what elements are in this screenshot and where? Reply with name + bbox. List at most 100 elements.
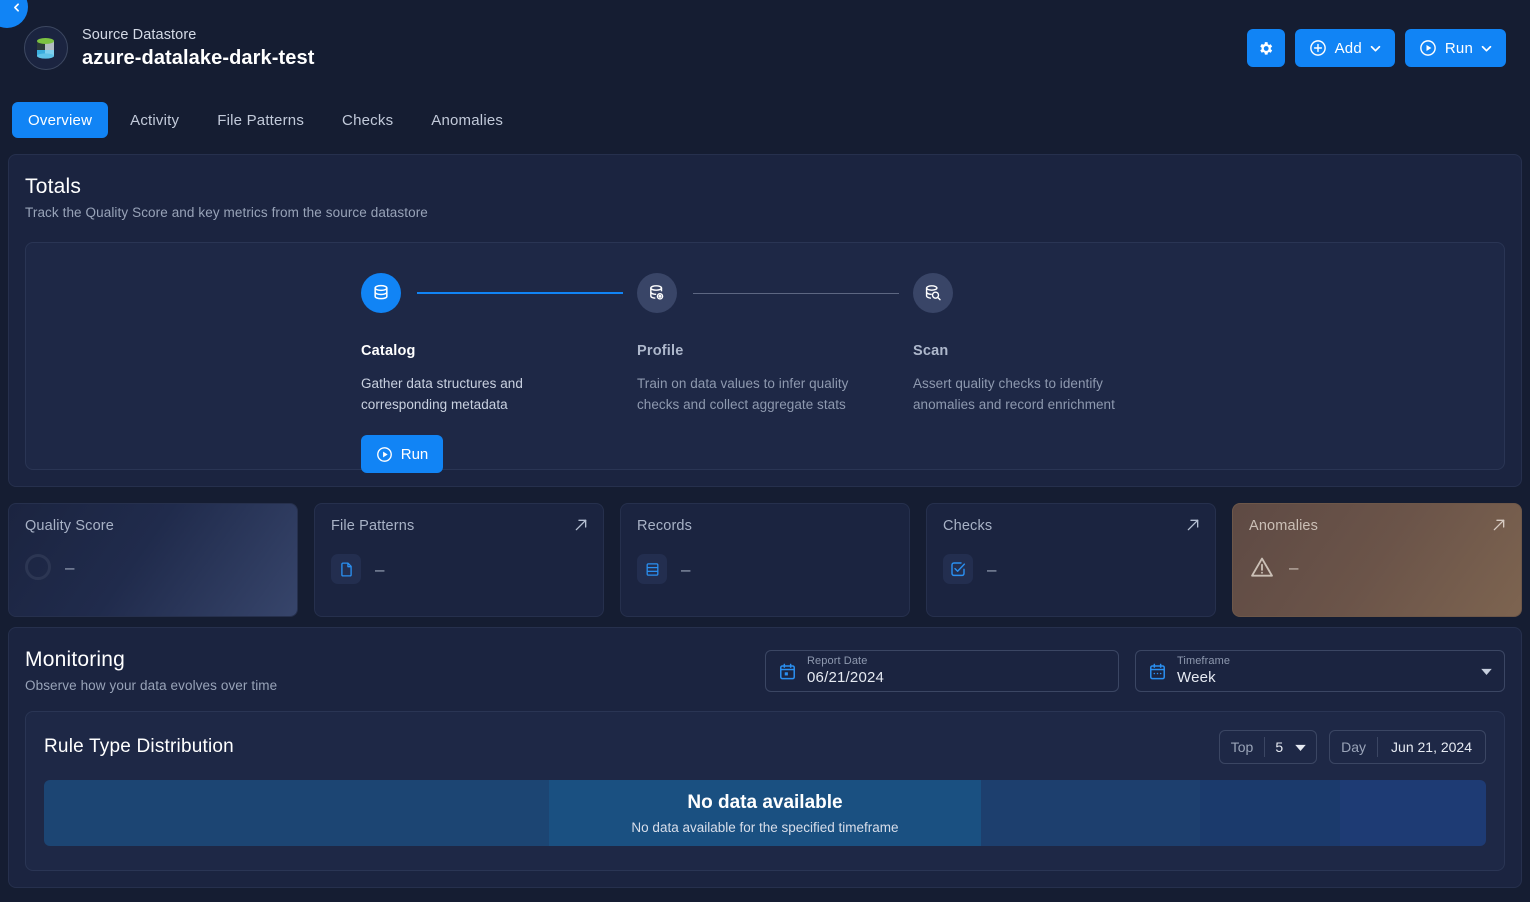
database-icon [374, 284, 388, 300]
totals-subtitle: Track the Quality Score and key metrics … [25, 205, 428, 220]
check-square-icon [951, 562, 966, 577]
step-connector [693, 292, 899, 294]
metric-label: Checks [943, 518, 993, 534]
totals-title: Totals [25, 175, 82, 198]
metric-label: Records [637, 518, 693, 534]
tab-bar: Overview Activity File Patterns Checks A… [0, 96, 1530, 144]
monitoring-heading: Monitoring Observe how your data evolves… [25, 648, 277, 693]
timeframe-label: Timeframe [1177, 655, 1231, 667]
metric-card-quality-score: Quality Score – [8, 503, 298, 617]
arrow-up-right-icon [1493, 519, 1505, 531]
report-date-label: Report Date [807, 655, 868, 667]
metric-label: Quality Score [25, 518, 114, 534]
step-profile-circle [637, 273, 677, 313]
metric-card-checks[interactable]: Checks – [926, 503, 1216, 617]
step-profile-description: Train on data values to infer quality ch… [637, 376, 849, 412]
metric-value: – [1289, 557, 1299, 577]
step-scan[interactable]: Scan Assert quality checks to identify a… [913, 243, 1153, 473]
report-date-value: 06/21/2024 [807, 669, 885, 686]
chart-controls: Top 5 Day Jun 21, 2024 [1218, 730, 1486, 764]
run-button[interactable]: Run [1404, 29, 1506, 67]
step-scan-name: Scan [913, 343, 949, 359]
report-date-field[interactable]: Report Date 06/21/2024 [765, 650, 1119, 692]
metric-icon-tile [943, 554, 973, 584]
warning-triangle-icon [1251, 557, 1273, 577]
step-connector [417, 292, 623, 294]
day-label: Day [1341, 739, 1367, 755]
monitoring-title: Monitoring [25, 648, 126, 671]
file-icon [340, 561, 352, 577]
tab-file-patterns[interactable]: File Patterns [201, 102, 320, 138]
chevron-left-icon [14, 2, 19, 12]
metric-value: – [65, 557, 75, 577]
play-circle-icon [376, 446, 392, 462]
metric-card-anomalies[interactable]: Anomalies – [1232, 503, 1522, 617]
settings-button[interactable] [1246, 29, 1285, 67]
top-n-label: Top [1230, 739, 1254, 755]
step-profile-name: Profile [637, 343, 684, 359]
catalog-run-label: Run [400, 445, 429, 463]
monitoring-subtitle: Observe how your data evolves over time [25, 678, 278, 693]
add-button-label: Add [1334, 39, 1362, 57]
monitoring-panel: Monitoring Observe how your data evolves… [8, 627, 1522, 888]
metric-icon-tile [637, 554, 667, 584]
tab-overview[interactable]: Overview [12, 102, 109, 138]
empty-state-title: No data available [687, 791, 843, 813]
metric-value: – [987, 559, 997, 579]
chevron-down-icon [1481, 45, 1492, 52]
add-button[interactable]: Add [1294, 29, 1395, 67]
top-n-value: 5 [1275, 739, 1284, 755]
datastore-cylinder-icon [37, 38, 54, 59]
run-button-label: Run [1444, 39, 1473, 57]
page-header: Source Datastore azure-datalake-dark-tes… [0, 0, 1530, 96]
step-catalog[interactable]: Catalog Gather data structures and corre… [361, 243, 637, 473]
pipeline-stepper: Catalog Gather data structures and corre… [25, 242, 1505, 473]
header-actions: Add Run [1246, 29, 1506, 67]
top-n-select[interactable]: Top 5 [1218, 730, 1318, 764]
metric-label: Anomalies [1249, 518, 1319, 534]
chevron-down-icon [1370, 45, 1381, 52]
step-catalog-name: Catalog [361, 343, 416, 359]
tab-anomalies[interactable]: Anomalies [415, 102, 519, 138]
timeframe-select[interactable]: Timeframe Week [1135, 650, 1505, 692]
step-catalog-circle [361, 273, 401, 313]
play-circle-icon [1420, 40, 1436, 56]
catalog-run-button[interactable]: Run [361, 435, 443, 473]
database-gear-icon [650, 285, 664, 300]
totals-panel: Totals Track the Quality Score and key m… [8, 154, 1522, 487]
chart-title: Rule Type Distribution [44, 736, 234, 757]
step-scan-description: Assert quality checks to identify anomal… [913, 376, 1115, 412]
records-icon [646, 562, 658, 576]
day-picker[interactable]: Day Jun 21, 2024 [1329, 730, 1486, 764]
chevron-down-icon [1481, 668, 1492, 675]
score-ring-icon [25, 554, 51, 580]
step-catalog-description: Gather data structures and corresponding… [361, 376, 523, 412]
empty-state-subtitle: No data available for the specified time… [631, 819, 899, 835]
step-scan-circle [913, 273, 953, 313]
rule-type-distribution-card: Rule Type Distribution Top 5 Day Jun 21,… [25, 711, 1505, 871]
arrow-up-right-icon [575, 519, 587, 531]
monitoring-controls: Report Date 06/21/2024 Timeframe Week [765, 650, 1505, 692]
metric-label: File Patterns [331, 518, 415, 534]
page-title: azure-datalake-dark-test [82, 47, 315, 69]
calendar-range-icon [1150, 663, 1165, 679]
metric-value: – [681, 559, 691, 579]
avatar [24, 26, 68, 70]
step-profile[interactable]: Profile Train on data values to infer qu… [637, 243, 913, 473]
datastore-type-label: Source Datastore [82, 27, 197, 43]
metric-cards: Quality Score – File Patterns – Records [8, 503, 1522, 617]
calendar-icon [780, 663, 795, 679]
chart-empty-state: No data available No data available for … [44, 780, 1486, 846]
plus-circle-icon [1309, 40, 1326, 56]
datastore-text: Source Datastore azure-datalake-dark-tes… [82, 25, 315, 71]
day-value: Jun 21, 2024 [1391, 739, 1472, 755]
datastore-identity: Source Datastore azure-datalake-dark-tes… [24, 25, 315, 71]
metric-icon-tile [331, 554, 361, 584]
tab-activity[interactable]: Activity [114, 102, 195, 138]
tab-checks[interactable]: Checks [326, 102, 409, 138]
metric-value: – [375, 559, 385, 579]
database-search-icon [925, 285, 941, 301]
metric-card-file-patterns[interactable]: File Patterns – [314, 503, 604, 617]
metric-card-records[interactable]: Records – [620, 503, 910, 617]
arrow-up-right-icon [1187, 519, 1199, 531]
